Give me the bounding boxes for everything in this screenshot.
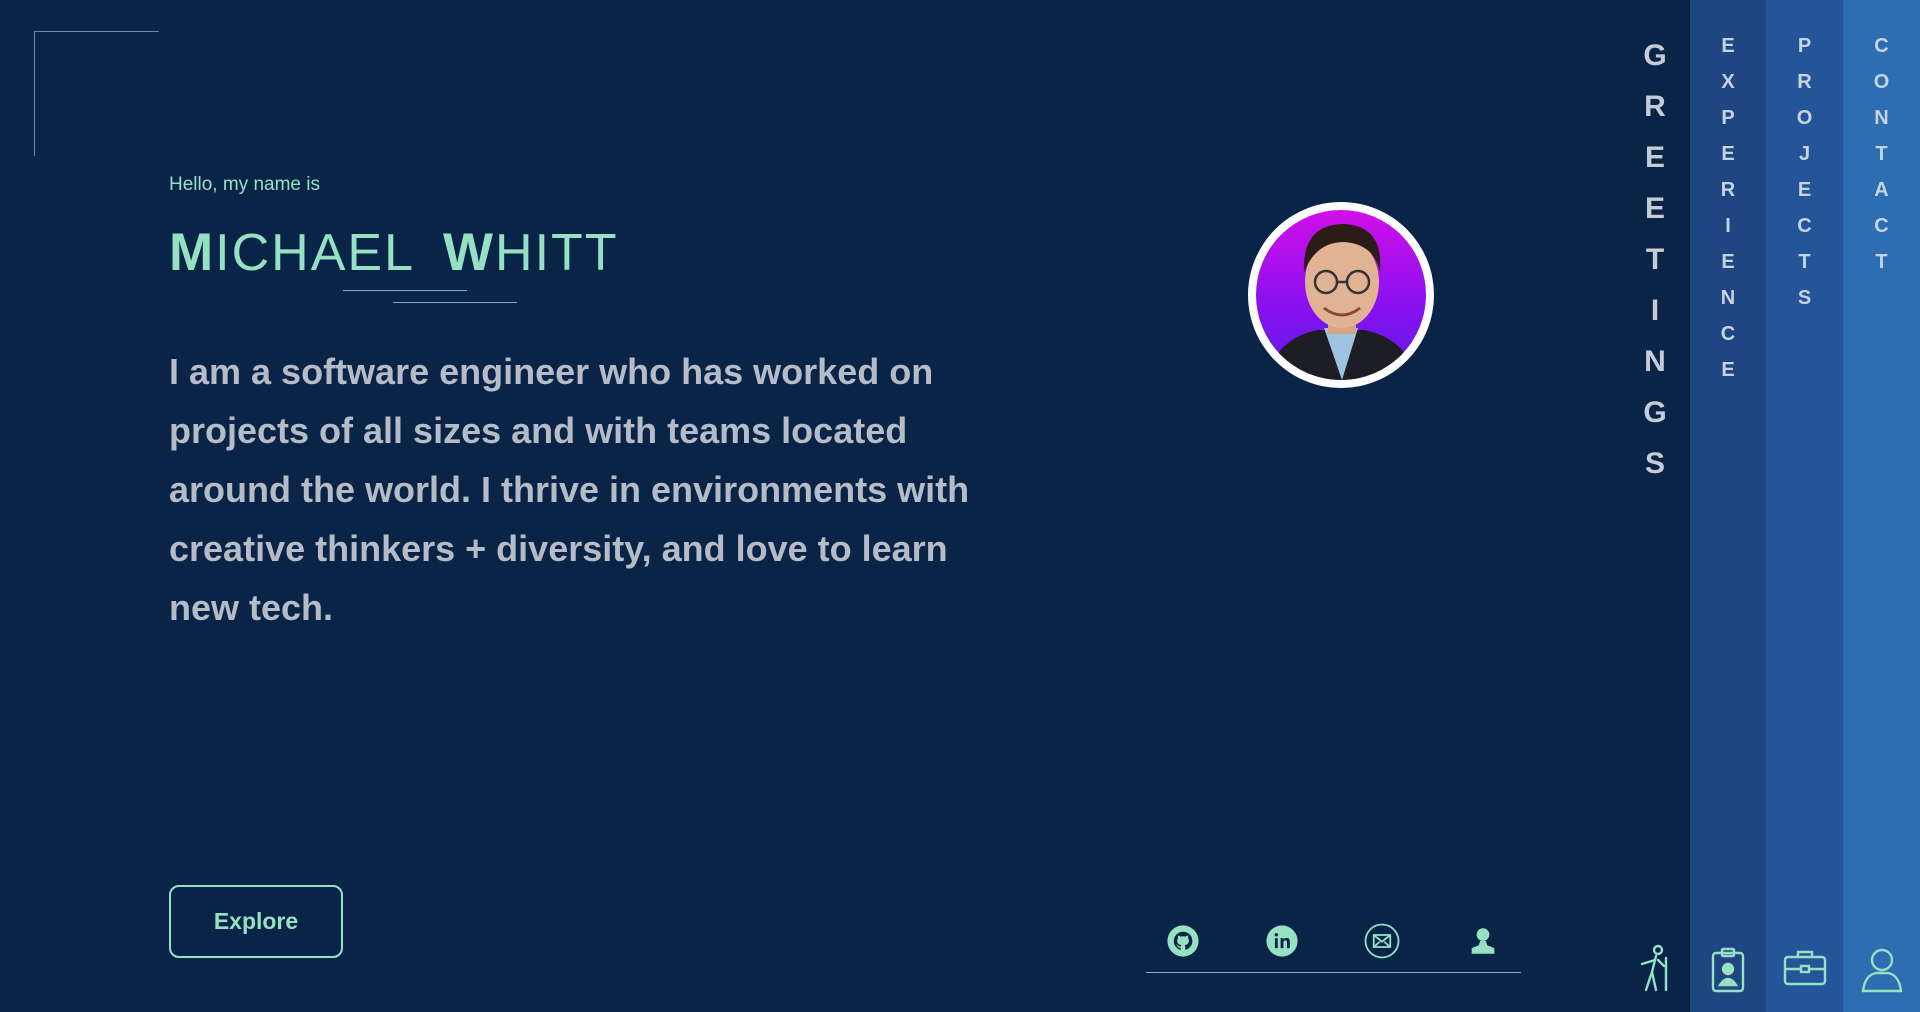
nav-letter: J: [1798, 143, 1811, 165]
nav-letter: P: [1797, 35, 1812, 57]
nav-panel-contact[interactable]: C O N T A C T: [1843, 0, 1920, 1012]
name-heading: MICHAEL WHITT: [169, 222, 619, 283]
nav-letter: T: [1875, 251, 1888, 273]
id-badge-icon: [1710, 947, 1746, 998]
nav-letter: E: [1644, 192, 1665, 225]
nav-letter: N: [1720, 287, 1736, 309]
nav-letter: C: [1874, 215, 1889, 237]
name-underline-1: [343, 290, 467, 291]
nav-letter: A: [1874, 179, 1889, 201]
avatar-photo: [1256, 210, 1426, 380]
explore-button[interactable]: Explore: [169, 885, 343, 958]
nav-letter: T: [1798, 251, 1811, 273]
nav-letter: R: [1644, 90, 1666, 123]
nav-letter: X: [1721, 71, 1735, 93]
last-name-initial: W: [443, 223, 496, 282]
nav-letter: I: [1650, 294, 1660, 327]
nav-panel-projects[interactable]: P R O J E C T S: [1766, 0, 1843, 1012]
first-name-initial: M: [169, 223, 216, 282]
briefcase-icon: [1782, 947, 1828, 992]
nav-letter: N: [1644, 345, 1666, 378]
corner-frame-top: [34, 31, 159, 32]
nav-letter: G: [1643, 396, 1667, 429]
nav-letter: E: [1797, 179, 1812, 201]
name-underline-2: [393, 302, 517, 303]
nav-letter: R: [1720, 179, 1736, 201]
nav-letter: R: [1797, 71, 1812, 93]
nav-letter: C: [1720, 323, 1736, 345]
nav-letter: C: [1797, 215, 1812, 237]
nav-letter: O: [1873, 71, 1890, 93]
person-icon[interactable]: [1464, 922, 1502, 960]
linkedin-icon[interactable]: [1263, 922, 1301, 960]
email-icon[interactable]: [1363, 922, 1401, 960]
nav-letter: N: [1874, 107, 1889, 129]
nav-letter: T: [1875, 143, 1888, 165]
nav-letter: E: [1721, 251, 1735, 273]
last-name-rest: HITT: [495, 224, 619, 282]
bio-paragraph: I am a software engineer who has worked …: [169, 351, 970, 628]
social-divider: [1146, 972, 1521, 973]
first-name-rest: ICHAEL: [215, 224, 415, 282]
nav-panel-experience[interactable]: E X P E R I E N C E: [1690, 0, 1766, 1012]
nav-letter: T: [1645, 243, 1665, 276]
hiker-icon[interactable]: [1634, 944, 1674, 997]
nav-letter: C: [1874, 35, 1889, 57]
nav-letter: P: [1721, 107, 1735, 129]
nav-letter: O: [1796, 107, 1813, 129]
avatar: [1248, 202, 1434, 388]
user-outline-icon: [1860, 947, 1904, 998]
nav-greetings-label[interactable]: G R E E T I N G S: [1620, 30, 1690, 489]
nav-letter: S: [1644, 447, 1665, 480]
nav-letter: E: [1721, 359, 1735, 381]
nav-letter: S: [1797, 287, 1812, 309]
greeting-text: Hello, my name is: [169, 174, 320, 195]
nav-letter: G: [1643, 39, 1667, 72]
nav-letter: E: [1644, 141, 1665, 174]
github-icon[interactable]: [1164, 922, 1202, 960]
nav-letter: I: [1725, 215, 1731, 237]
nav-letter: E: [1721, 143, 1735, 165]
nav-letter: E: [1721, 35, 1735, 57]
corner-frame-left: [34, 31, 35, 156]
